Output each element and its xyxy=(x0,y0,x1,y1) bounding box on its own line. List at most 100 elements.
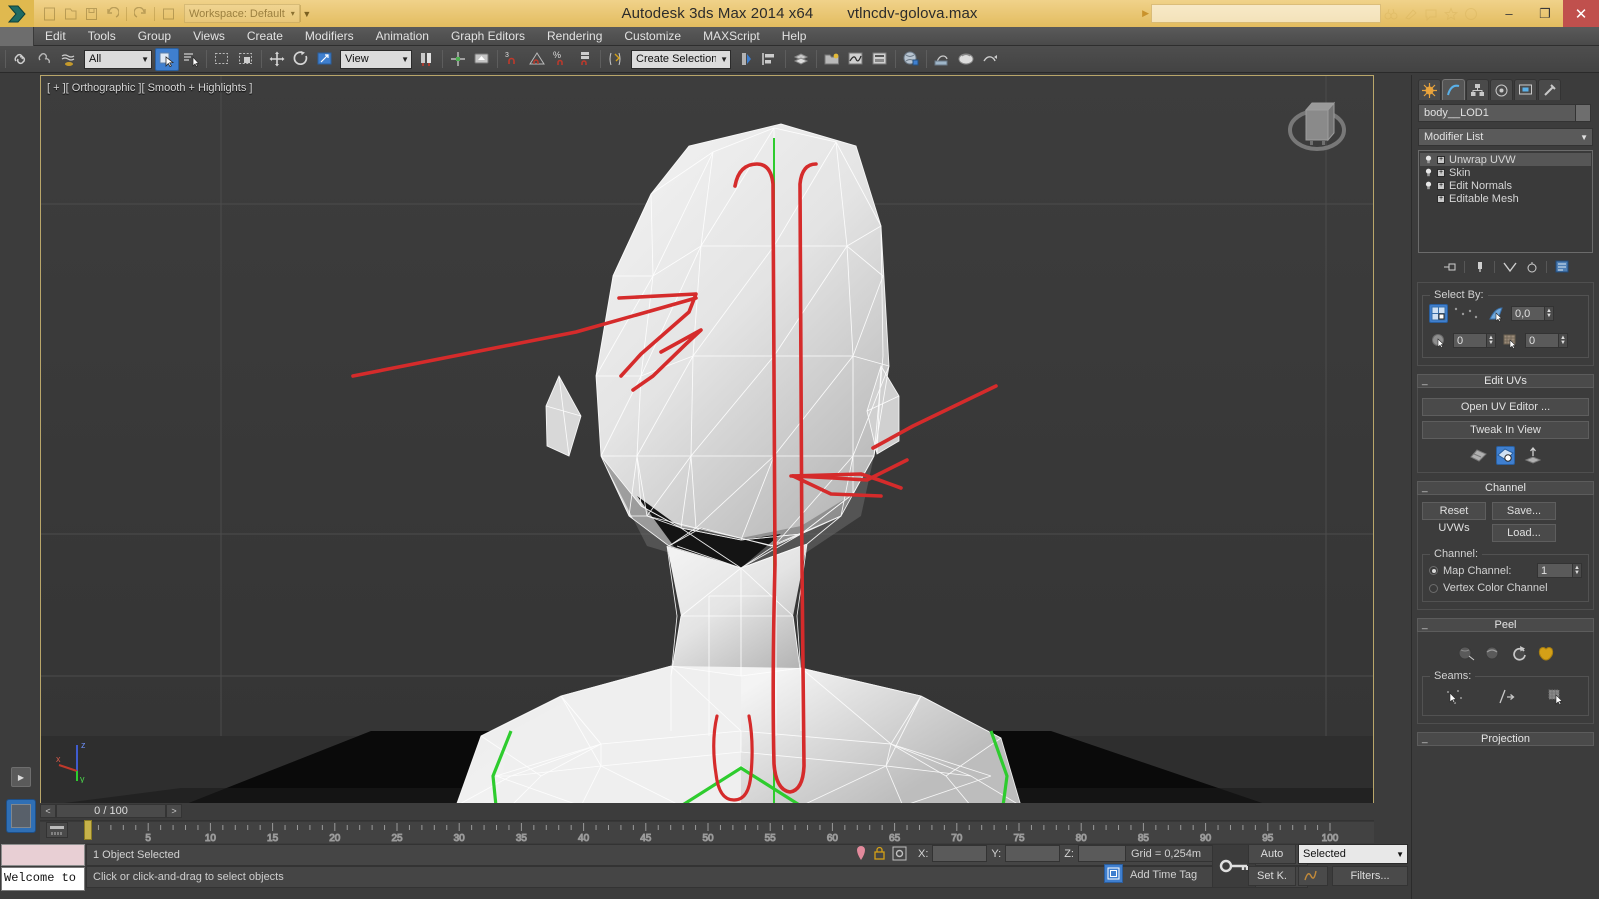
modifier-stack-item-unwrap-uvw[interactable]: + Unwrap UVW xyxy=(1420,153,1591,166)
search-expand-icon[interactable]: ▶ xyxy=(1142,8,1149,19)
track-bar[interactable]: 5 10 15 20 25 30 35 40 45 50 55 60 65 70 75 80 85 90 95 100 xyxy=(40,820,1374,844)
spinner-arrows-icon-4[interactable]: ▲ ▼ xyxy=(1573,563,1582,578)
menu-item-customize[interactable]: Customize xyxy=(613,27,692,46)
minimize-button[interactable]: – xyxy=(1491,0,1527,27)
rectangular-selection-region-icon[interactable] xyxy=(210,48,234,71)
x-field[interactable] xyxy=(932,845,988,862)
light-bulb-icon-3[interactable] xyxy=(1424,181,1433,190)
time-slider-handle[interactable] xyxy=(84,820,92,840)
workspace-selector[interactable]: Workspace: Default ▾ xyxy=(184,4,300,23)
filters-button[interactable]: Filters... xyxy=(1332,866,1408,886)
open-mini-curve-editor-button[interactable] xyxy=(46,822,68,838)
undo-icon[interactable] xyxy=(103,4,122,23)
expand-icon-2[interactable]: + xyxy=(1437,168,1445,177)
add-time-tag-icon[interactable] xyxy=(1104,864,1123,883)
collapse-icon-3[interactable]: _ xyxy=(1422,619,1428,631)
edit-uvs-header[interactable]: _ Edit UVs xyxy=(1417,374,1594,388)
workspace-dropdown-icon[interactable]: ▼ xyxy=(299,5,313,22)
tab-create[interactable] xyxy=(1418,79,1441,100)
pelt-map-icon[interactable] xyxy=(1537,644,1556,663)
collapse-icon-2[interactable]: _ xyxy=(1422,482,1428,494)
vertex-color-channel-radio[interactable]: Vertex Color Channel xyxy=(1429,582,1582,594)
expand-panel-button[interactable]: ▶ xyxy=(11,767,31,787)
radio-dot-on-icon[interactable] xyxy=(1429,566,1438,575)
tab-motion[interactable] xyxy=(1490,79,1513,100)
layer-manager-icon[interactable] xyxy=(789,48,813,71)
mirror-tool-icon[interactable] xyxy=(734,48,758,71)
channel-header[interactable]: _ Channel xyxy=(1417,481,1594,495)
spinner-arrows-icon-3[interactable]: ▲ ▼ xyxy=(1559,333,1568,348)
select-and-rotate-icon[interactable] xyxy=(289,48,313,71)
percent-snap-icon[interactable]: % xyxy=(549,48,573,71)
pin-stack-icon[interactable] xyxy=(855,845,867,865)
material-id-value[interactable]: 0 xyxy=(1525,333,1559,348)
modifier-list-dropdown[interactable]: Modifier List ▼ xyxy=(1418,128,1593,146)
peel-header[interactable]: _ Peel xyxy=(1417,618,1594,632)
unlink-selection-icon[interactable] xyxy=(33,48,57,71)
menu-item-maxscript[interactable]: MAXScript xyxy=(692,27,771,46)
select-and-link-icon[interactable] xyxy=(9,48,33,71)
mirror-icon[interactable] xyxy=(470,48,494,71)
tab-hierarchy[interactable] xyxy=(1466,79,1489,100)
save-file-icon[interactable] xyxy=(82,4,101,23)
subscription-icon[interactable] xyxy=(1401,4,1421,24)
quick-peel-icon[interactable] xyxy=(1456,644,1475,663)
menu-item-views[interactable]: Views xyxy=(182,27,236,46)
expand-icon-4[interactable]: + xyxy=(1437,194,1445,203)
add-time-tag-label[interactable]: Add Time Tag xyxy=(1125,866,1215,884)
selection-lock-icon[interactable] xyxy=(873,846,886,864)
rendered-frame-window-icon[interactable] xyxy=(954,48,978,71)
communication-icon[interactable] xyxy=(1421,4,1441,24)
collapse-icon[interactable]: _ xyxy=(1422,375,1428,387)
make-unique-icon[interactable] xyxy=(1502,259,1517,274)
planar-angle-value[interactable]: 0,0 xyxy=(1511,306,1545,321)
select-and-move-icon[interactable] xyxy=(265,48,289,71)
listener-input-pane[interactable]: Welcome to xyxy=(1,867,85,891)
viewport-orthographic[interactable]: [ + ][ Orthographic ][ Smooth + Highligh… xyxy=(40,75,1374,805)
menu-item-graph-editors[interactable]: Graph Editors xyxy=(440,27,536,46)
redo-icon[interactable] xyxy=(131,4,150,23)
menu-item-modifiers[interactable]: Modifiers xyxy=(294,27,365,46)
edit-named-selection-sets-icon[interactable] xyxy=(604,48,628,71)
seam-from-material-id-icon[interactable] xyxy=(1547,687,1566,706)
tab-display[interactable] xyxy=(1514,79,1537,100)
pivot-point-center-icon[interactable] xyxy=(415,48,439,71)
time-slider[interactable]: < 0 / 100 > xyxy=(40,803,1374,819)
map-channel-spinner[interactable]: 1 ▲ ▼ xyxy=(1537,563,1582,578)
remove-modifier-icon[interactable] xyxy=(1524,259,1539,274)
search-input[interactable] xyxy=(1151,4,1381,23)
status-toggles[interactable] xyxy=(855,844,907,866)
project-folder-icon[interactable] xyxy=(159,4,178,23)
planar-angle-spinner[interactable]: 0,0 ▲ ▼ xyxy=(1511,306,1554,321)
help-icon[interactable] xyxy=(1461,4,1481,24)
spinner-arrows-icon[interactable]: ▲ ▼ xyxy=(1545,306,1554,321)
planar-angle-icon[interactable] xyxy=(1486,304,1505,323)
selection-filter-dropdown[interactable]: All ▼ xyxy=(84,49,152,69)
peel-reset-icon[interactable] xyxy=(1510,644,1529,663)
configure-modifier-sets-icon[interactable] xyxy=(1554,259,1569,274)
material-id-spinner[interactable]: 0 ▲ ▼ xyxy=(1525,333,1568,348)
object-color-swatch[interactable] xyxy=(1575,105,1590,121)
uv-edit-mode-icon[interactable] xyxy=(1496,446,1515,465)
binoculars-icon[interactable] xyxy=(1381,4,1401,24)
mini-viewport-thumbnail[interactable] xyxy=(6,799,36,833)
pin-stack-button-icon[interactable] xyxy=(1442,259,1457,274)
select-by-name-icon[interactable] xyxy=(179,48,203,71)
select-by-element-icon[interactable] xyxy=(1429,304,1448,323)
object-name-field[interactable]: body__LOD1 xyxy=(1418,104,1591,122)
prev-frame-button[interactable]: < xyxy=(40,804,56,818)
light-bulb-icon-2[interactable] xyxy=(1424,168,1433,177)
tab-utilities[interactable] xyxy=(1538,79,1561,100)
tweak-in-view-button[interactable]: Tweak In View xyxy=(1422,421,1589,439)
collapse-icon-4[interactable]: _ xyxy=(1422,733,1428,745)
set-key-curve-icon[interactable] xyxy=(1298,866,1328,886)
menu-item-create[interactable]: Create xyxy=(236,27,294,46)
modifier-stack[interactable]: + Unwrap UVW + Skin + Edit Normals + Edi… xyxy=(1418,150,1593,253)
reset-uvws-button[interactable]: Reset UVWs xyxy=(1422,502,1486,534)
show-end-result-icon[interactable] xyxy=(1472,259,1487,274)
modifier-stack-buttons[interactable] xyxy=(1412,259,1599,274)
light-bulb-icon[interactable] xyxy=(1424,155,1433,164)
set-key-button[interactable]: Set K. xyxy=(1248,866,1296,886)
load-channel-button[interactable]: Load... xyxy=(1492,524,1556,542)
menu-item-help[interactable]: Help xyxy=(771,27,818,46)
